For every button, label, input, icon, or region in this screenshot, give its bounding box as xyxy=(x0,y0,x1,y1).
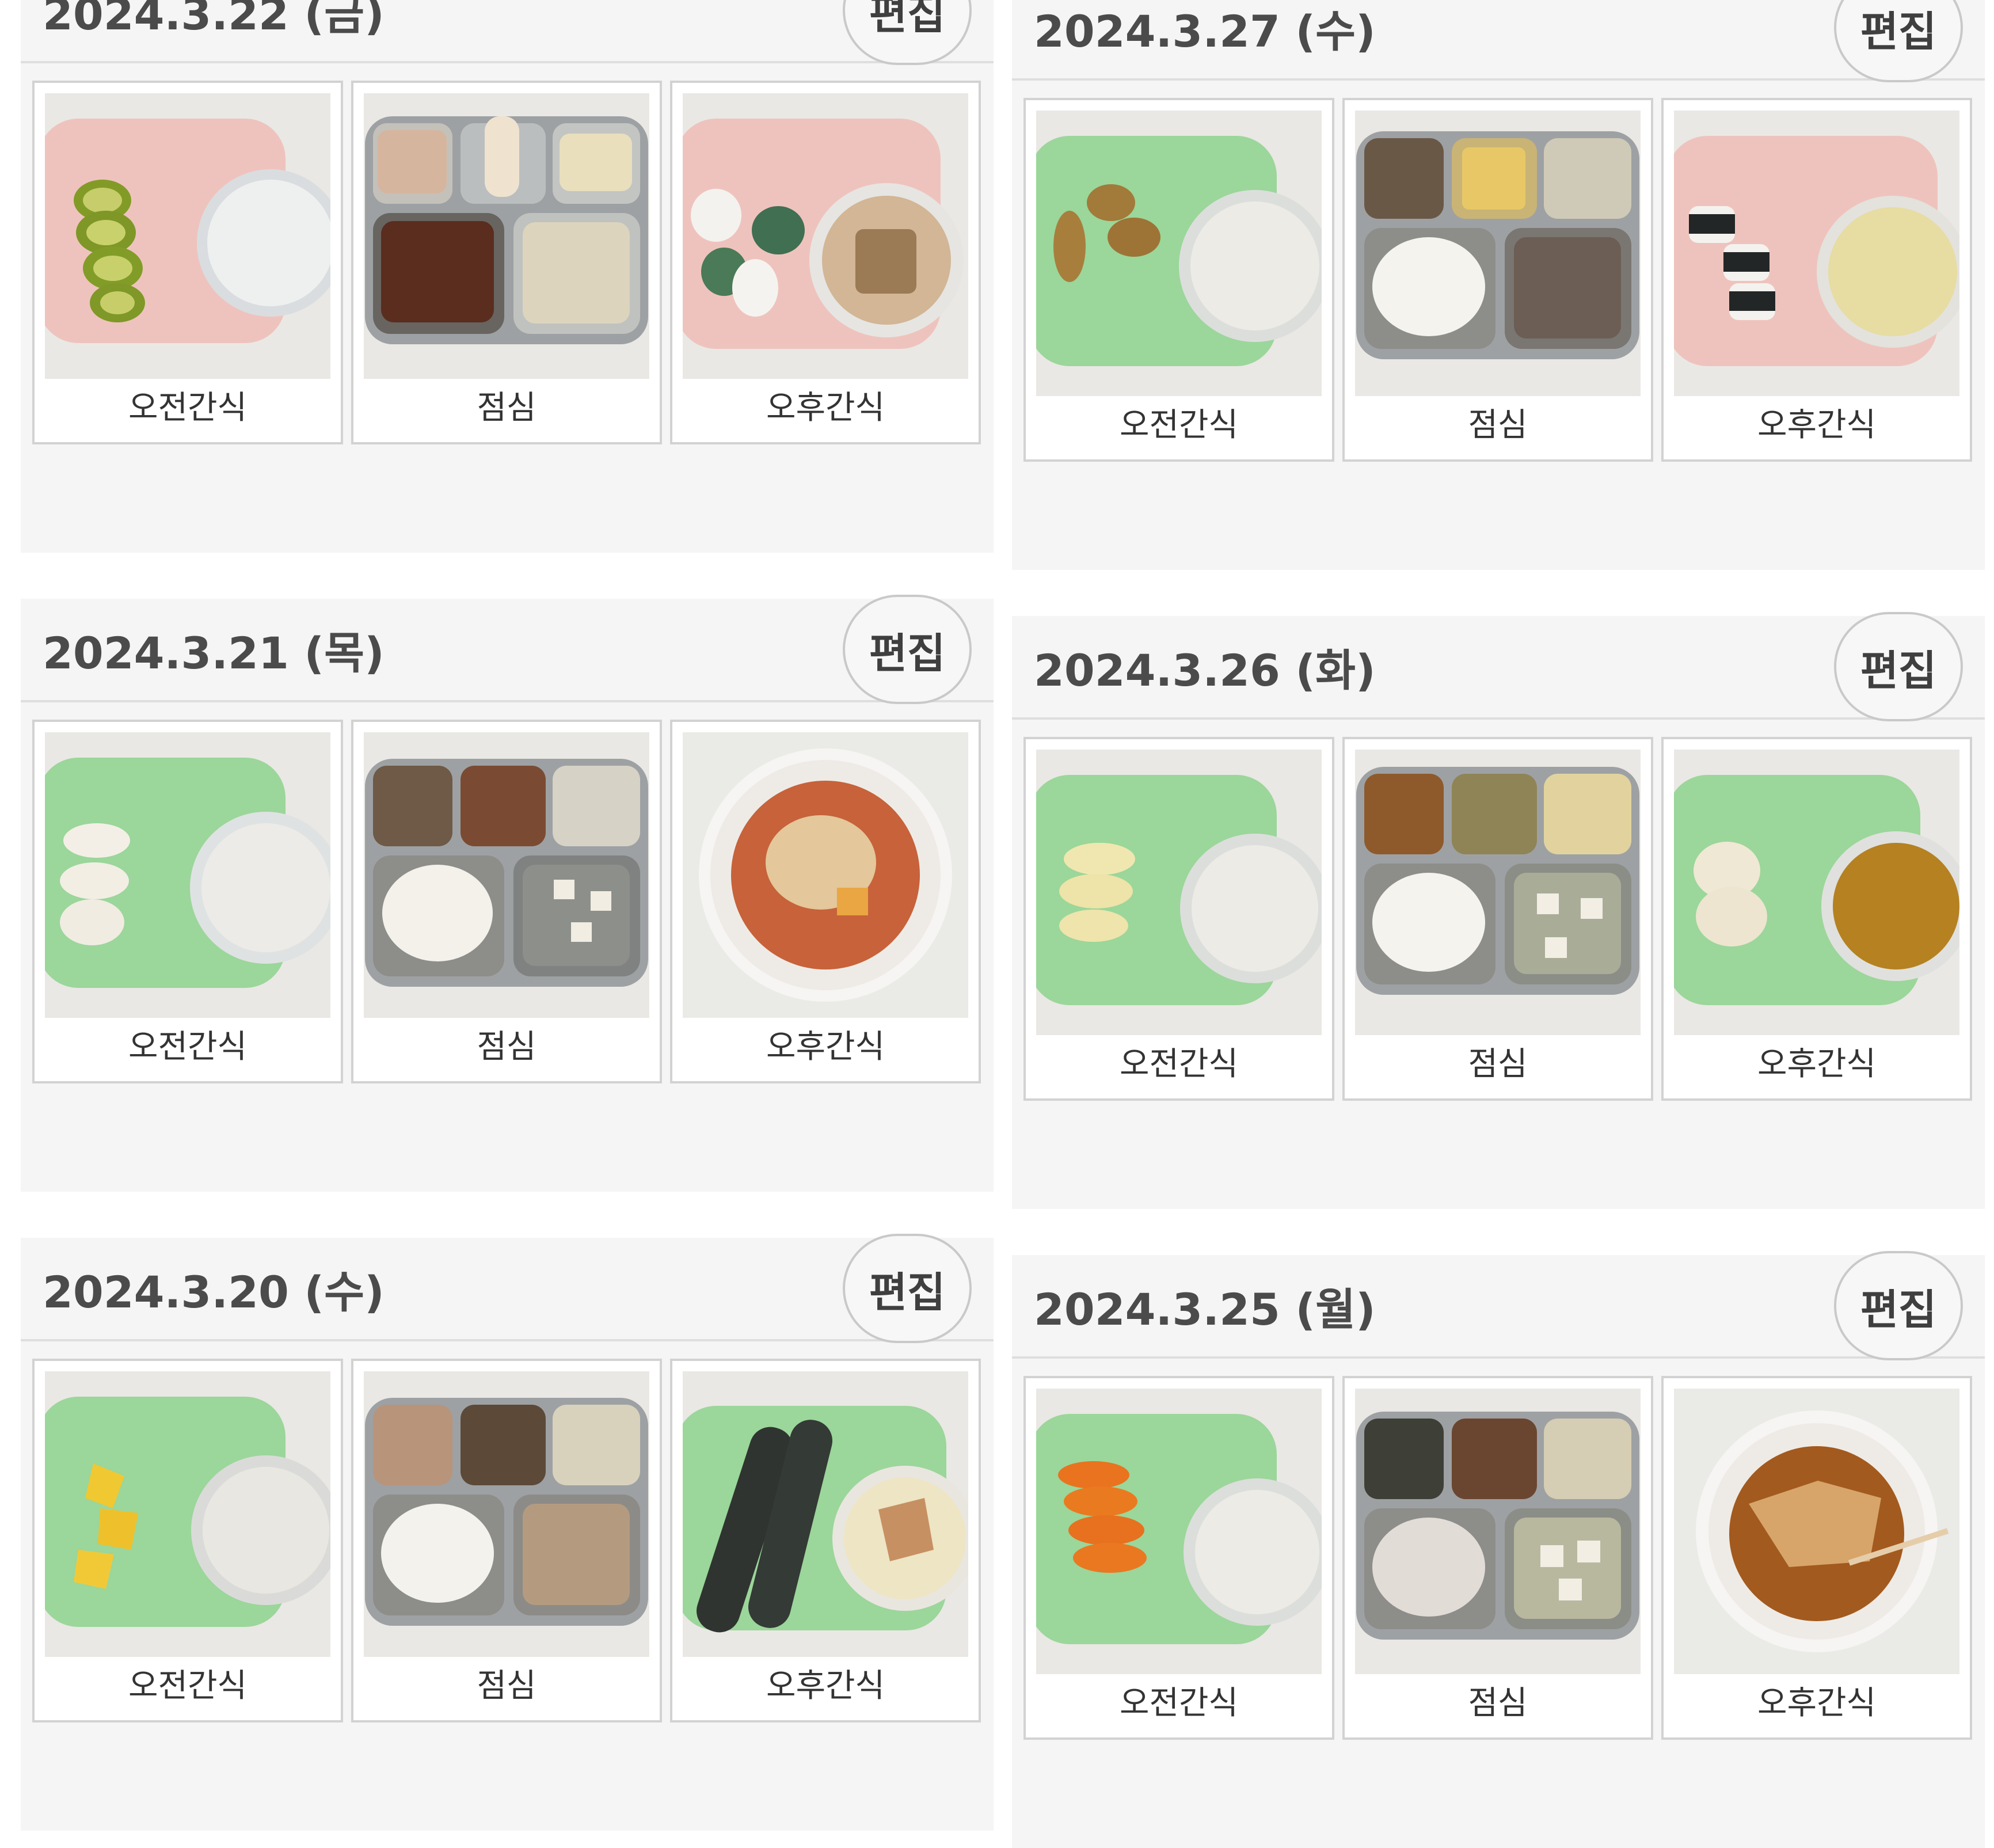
meal-item[interactable]: 점심 xyxy=(351,81,662,444)
edit-button[interactable]: 편집 xyxy=(1834,1251,1963,1360)
edit-button[interactable]: 편집 xyxy=(843,1234,972,1343)
meal-photo[interactable] xyxy=(364,732,649,1018)
meal-photo[interactable] xyxy=(45,93,330,379)
meal-item[interactable]: 오전간식 xyxy=(32,1359,343,1722)
meal-label: 오후간식 xyxy=(1757,1045,1877,1083)
day-header: 2024.3.26 (화) 편집 xyxy=(1012,612,1985,721)
meal-photo[interactable] xyxy=(364,1371,649,1657)
meal-label: 점심 xyxy=(477,389,536,427)
meal-photo[interactable] xyxy=(1036,111,1322,396)
meal-label: 오전간식 xyxy=(1119,1685,1239,1722)
meal-photo[interactable] xyxy=(1674,1389,1959,1674)
day-header: 2024.3.21 (목) 편집 xyxy=(21,595,994,704)
meal-list: 오전간식 점심 오후간식 xyxy=(1023,98,1972,462)
day-card: 2024.3.20 (수) 편집 오전간식 점심 오후간식 xyxy=(21,1234,994,1831)
meal-label: 점심 xyxy=(1468,1045,1528,1083)
day-date: 2024.3.22 (금) xyxy=(43,0,385,40)
meal-photo[interactable] xyxy=(1355,750,1641,1035)
meal-label: 오후간식 xyxy=(1757,1685,1877,1722)
meal-item[interactable]: 오전간식 xyxy=(32,81,343,444)
meal-label: 오전간식 xyxy=(128,1667,248,1705)
day-header: 2024.3.27 (수) 편집 xyxy=(1012,0,1985,82)
meal-list: 오전간식 점심 오후간식 xyxy=(32,720,981,1083)
day-card: 2024.3.21 (목) 편집 오전간식 점심 오후간식 xyxy=(21,595,994,1192)
meal-list: 오전간식 점심 오후간식 xyxy=(32,81,981,444)
meal-item[interactable]: 점심 xyxy=(1342,98,1653,462)
day-card: 2024.3.25 (월) 편집 오전간식 점심 오후간식 xyxy=(1012,1251,1985,1848)
meal-item[interactable]: 오전간식 xyxy=(1023,1376,1334,1740)
meal-item[interactable]: 오후간식 xyxy=(670,1359,981,1722)
meal-label: 오후간식 xyxy=(1757,406,1877,444)
meal-label: 오후간식 xyxy=(766,389,885,427)
day-date: 2024.3.21 (목) xyxy=(43,628,385,679)
day-date: 2024.3.26 (화) xyxy=(1034,645,1376,696)
meal-label: 오후간식 xyxy=(766,1028,885,1066)
meal-photo[interactable] xyxy=(364,93,649,379)
meal-item[interactable]: 오전간식 xyxy=(1023,98,1334,462)
meal-label: 점심 xyxy=(477,1667,536,1705)
meal-photo[interactable] xyxy=(683,1371,968,1657)
meal-photo[interactable] xyxy=(683,732,968,1018)
meal-photo[interactable] xyxy=(1674,750,1959,1035)
meal-item[interactable]: 오후간식 xyxy=(1661,1376,1972,1740)
meal-photo[interactable] xyxy=(1036,750,1322,1035)
day-header: 2024.3.20 (수) 편집 xyxy=(21,1234,994,1343)
day-date: 2024.3.27 (수) xyxy=(1034,6,1376,57)
meal-label: 오전간식 xyxy=(1119,406,1239,444)
day-card: 2024.3.22 (금) 편집 오전간식 점심 오후간식 xyxy=(21,0,994,553)
meal-item[interactable]: 오후간식 xyxy=(1661,737,1972,1101)
day-column-right: 2024.3.27 (수) 편집 오전간식 점심 오후간식 2024.3.26 … xyxy=(1012,0,1985,1848)
meal-label: 오후간식 xyxy=(766,1667,885,1705)
meal-label: 점심 xyxy=(477,1028,536,1066)
edit-button[interactable]: 편집 xyxy=(1834,0,1963,82)
day-header: 2024.3.25 (월) 편집 xyxy=(1012,1251,1985,1360)
day-date: 2024.3.20 (수) xyxy=(43,1267,385,1318)
day-card: 2024.3.26 (화) 편집 오전간식 점심 오후간식 xyxy=(1012,612,1985,1209)
meal-item[interactable]: 점심 xyxy=(351,1359,662,1722)
meal-photo[interactable] xyxy=(683,93,968,379)
day-column-left: 2024.3.22 (금) 편집 오전간식 점심 오후간식 2024.3.21 … xyxy=(21,0,994,1831)
meal-photo[interactable] xyxy=(1674,111,1959,396)
meal-item[interactable]: 오후간식 xyxy=(670,720,981,1083)
meal-item[interactable]: 점심 xyxy=(1342,737,1653,1101)
meal-item[interactable]: 오전간식 xyxy=(1023,737,1334,1101)
meal-label: 점심 xyxy=(1468,1685,1528,1722)
edit-button[interactable]: 편집 xyxy=(1834,612,1963,721)
meal-label: 점심 xyxy=(1468,406,1528,444)
meal-photo[interactable] xyxy=(1355,1389,1641,1674)
meal-list: 오전간식 점심 오후간식 xyxy=(1023,737,1972,1101)
meal-label: 오전간식 xyxy=(128,1028,248,1066)
meal-item[interactable]: 점심 xyxy=(351,720,662,1083)
edit-button[interactable]: 편집 xyxy=(843,0,972,65)
day-header: 2024.3.22 (금) 편집 xyxy=(21,0,994,65)
meal-photo[interactable] xyxy=(45,732,330,1018)
day-card: 2024.3.27 (수) 편집 오전간식 점심 오후간식 xyxy=(1012,0,1985,570)
meal-label: 오전간식 xyxy=(1119,1045,1239,1083)
meal-photo[interactable] xyxy=(1036,1389,1322,1674)
meal-photo[interactable] xyxy=(45,1371,330,1657)
meal-list: 오전간식 점심 오후간식 xyxy=(1023,1376,1972,1740)
edit-button[interactable]: 편집 xyxy=(843,595,972,704)
meal-label: 오전간식 xyxy=(128,389,248,427)
day-date: 2024.3.25 (월) xyxy=(1034,1284,1376,1335)
meal-photo[interactable] xyxy=(1355,111,1641,396)
meal-item[interactable]: 오전간식 xyxy=(32,720,343,1083)
meal-item[interactable]: 오후간식 xyxy=(670,81,981,444)
meal-list: 오전간식 점심 오후간식 xyxy=(32,1359,981,1722)
meal-item[interactable]: 점심 xyxy=(1342,1376,1653,1740)
meal-item[interactable]: 오후간식 xyxy=(1661,98,1972,462)
